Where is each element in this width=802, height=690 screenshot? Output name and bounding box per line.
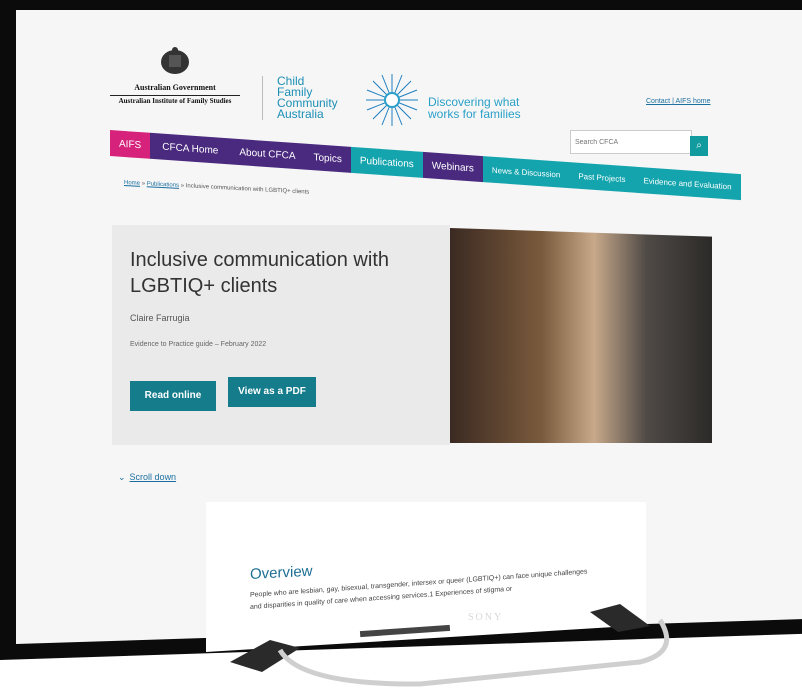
coat-of-arms-icon (161, 47, 189, 74)
search-button[interactable]: ⌕ (690, 136, 708, 156)
cfca-logo-text[interactable]: Child Family Community Australia (262, 75, 357, 121)
chevron-down-icon: ⌄ (118, 472, 126, 482)
tv-brand-logo: SONY (468, 612, 504, 623)
author: Claire Farrugia (130, 313, 190, 323)
gov-name: Australian Government (134, 83, 216, 92)
cfca-line: Australia (277, 107, 324, 121)
gov-logo[interactable]: Australian Government Australian Institu… (110, 46, 240, 105)
nav-item-about[interactable]: About CFCA (230, 138, 305, 170)
search-box[interactable] (570, 130, 692, 154)
top-links: Contact | AIFS home (646, 98, 710, 105)
scroll-down-link[interactable]: ⌄ Scroll down (118, 472, 176, 483)
page-title: Inclusive communication with LGBTIQ+ cli… (130, 249, 389, 297)
view-pdf-button[interactable]: View as a PDF (228, 377, 316, 407)
breadcrumb-separator: » (141, 180, 146, 188)
nav-item-aifs[interactable]: AIFS (110, 130, 151, 159)
toplink-separator: | (672, 98, 674, 105)
nav-item-publications[interactable]: Publications (350, 146, 423, 178)
breadcrumb-separator: » (180, 182, 185, 190)
hero-panel: Inclusive communication with LGBTIQ+ cli… (112, 225, 450, 445)
nav-item-cfca-home[interactable]: CFCA Home (150, 132, 231, 165)
hero-photo (450, 228, 712, 443)
contact-link[interactable]: Contact (646, 98, 670, 105)
search-icon: ⌕ (696, 140, 702, 151)
sunburst-logo-icon (366, 74, 418, 126)
aifs-home-link[interactable]: AIFS home (675, 98, 710, 105)
tagline: Discovering what works for families (428, 95, 521, 121)
institute-name: Australian Institute of Family Studies (110, 94, 240, 105)
breadcrumb-home[interactable]: Home (124, 180, 140, 187)
publication-meta: Evidence to Practice guide – February 20… (130, 341, 267, 348)
overview-title: Overview (250, 562, 313, 583)
scroll-down-label: Scroll down (129, 472, 177, 482)
nav-item-webinars[interactable]: Webinars (422, 151, 483, 183)
search-input[interactable] (571, 137, 677, 147)
read-online-button[interactable]: Read online (130, 381, 216, 411)
nav-item-past-projects[interactable]: Past Projects (569, 162, 635, 193)
nav-item-topics[interactable]: Topics (304, 143, 351, 173)
